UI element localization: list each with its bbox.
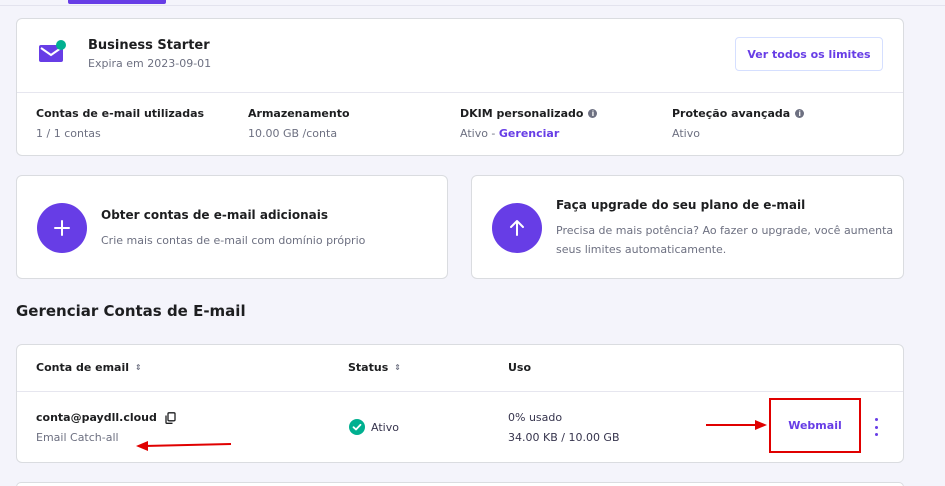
stat-value: Ativo - [460, 127, 499, 140]
column-header-email[interactable]: Conta de email ⇕ [36, 361, 142, 374]
stat-storage: Armazenamento 10.00 GB /conta [248, 107, 350, 140]
status-badge: Ativo [349, 419, 399, 435]
plan-card: Business Starter Expira em 2023-09-01 Ve… [16, 18, 904, 156]
webmail-button[interactable]: Webmail [769, 398, 861, 453]
check-circle-icon [349, 419, 365, 435]
stat-email-accounts: Contas de e-mail utilizadas 1 / 1 contas [36, 107, 204, 140]
active-tab-indicator [68, 0, 166, 4]
arrow-up-icon [492, 203, 542, 253]
feature-description-line1: Precisa de mais potência? Ao fazer o upg… [556, 224, 894, 237]
plus-icon [37, 203, 87, 253]
additional-accounts-card[interactable]: Obter contas de e-mail adicionais Crie m… [16, 175, 448, 279]
stat-value: Ativo [672, 127, 700, 140]
stat-value: 1 / 1 contas [36, 127, 101, 140]
plan-expiry: Expira em 2023-09-01 [88, 57, 212, 70]
stat-label-row: DKIM personalizado i [460, 107, 598, 120]
stat-label-row: Proteção avançada i [672, 107, 805, 120]
column-header-status[interactable]: Status ⇕ [348, 361, 401, 374]
column-header-label: Status [348, 361, 389, 374]
info-icon[interactable]: i [588, 109, 598, 118]
column-header-label: Uso [508, 361, 532, 374]
feature-description: Crie mais contas de e-mail com domínio p… [101, 234, 366, 247]
upgrade-plan-card[interactable]: Faça upgrade do seu plano de e-mail Prec… [471, 175, 904, 279]
usage-percent: 0% usado [508, 411, 563, 424]
feature-title: Obter contas de e-mail adicionais [101, 208, 329, 222]
next-card [16, 482, 904, 486]
manage-dkim-link[interactable]: Gerenciar [499, 127, 559, 140]
usage-size: 34.00 KB / 10.00 GB [508, 431, 620, 444]
more-options-icon[interactable] [870, 418, 882, 436]
status-label: Ativo [371, 420, 399, 434]
stat-label: DKIM personalizado [460, 107, 584, 120]
plan-title: Business Starter [88, 38, 210, 53]
feature-title: Faça upgrade do seu plano de e-mail [556, 198, 806, 212]
stat-label: Armazenamento [248, 107, 350, 120]
column-header-usage: Uso [508, 361, 531, 374]
stat-value-row: Ativo - Gerenciar [460, 127, 597, 140]
stat-value: 10.00 GB /conta [248, 127, 338, 140]
top-separator [0, 5, 945, 6]
stat-label: Contas de e-mail utilizadas [36, 107, 205, 120]
column-header-label: Conta de email [36, 361, 130, 374]
email-address-row: conta@paydll.cloud [36, 411, 176, 424]
stat-label: Proteção avançada [672, 107, 791, 120]
sort-icon: ⇕ [135, 362, 142, 372]
email-address: conta@paydll.cloud [36, 411, 157, 424]
stat-advanced-protection: Proteção avançada i Ativo [672, 107, 805, 140]
divider [17, 391, 903, 392]
sort-icon: ⇕ [394, 362, 401, 372]
feature-description-line2: seus limites automaticamente. [556, 243, 727, 256]
email-plan-icon [39, 40, 66, 62]
email-type: Email Catch-all [36, 431, 119, 444]
divider [17, 92, 903, 93]
info-icon[interactable]: i [795, 109, 805, 118]
email-accounts-table: Conta de email ⇕ Status ⇕ Uso conta@payd… [16, 344, 904, 463]
view-all-limits-button[interactable]: Ver todos os limites [735, 37, 883, 71]
section-title: Gerenciar Contas de E-mail [16, 302, 246, 320]
copy-icon[interactable] [165, 411, 176, 424]
stat-dkim: DKIM personalizado i Ativo - Gerenciar [460, 107, 598, 140]
